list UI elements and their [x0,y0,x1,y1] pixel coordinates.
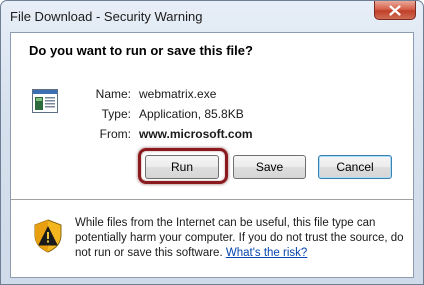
security-shield-icon [34,219,62,253]
file-name-value: webmatrix.exe [139,87,217,101]
application-file-icon [32,89,58,113]
title-bar[interactable]: File Download - Security Warning [1,1,423,33]
run-button[interactable]: Run [145,155,219,179]
dialog-question: Do you want to run or save this file? [29,43,253,58]
from-label: From: [99,127,131,141]
window-title: File Download - Security Warning [10,9,203,24]
type-label: Type: [101,107,131,121]
whats-the-risk-link[interactable]: What's the risk? [226,247,307,259]
close-icon [389,4,401,16]
name-label: Name: [95,87,131,101]
security-warning-text: While files from the Internet can be use… [75,216,405,261]
file-type-value: Application, 85.8KB [139,107,244,121]
file-info-labels: Name: Type: From: [86,84,131,144]
dialog-body: Do you want to run or save this file? Na… [10,32,414,278]
file-source-value: www.microsoft.com [139,127,253,141]
file-download-dialog: File Download - Security Warning Do you … [0,0,424,285]
cancel-button[interactable]: Cancel [318,155,392,179]
save-button[interactable]: Save [233,155,306,179]
file-info-values: webmatrix.exe Application, 85.8KB www.mi… [139,84,253,144]
divider [11,199,413,200]
close-button[interactable] [374,1,416,20]
